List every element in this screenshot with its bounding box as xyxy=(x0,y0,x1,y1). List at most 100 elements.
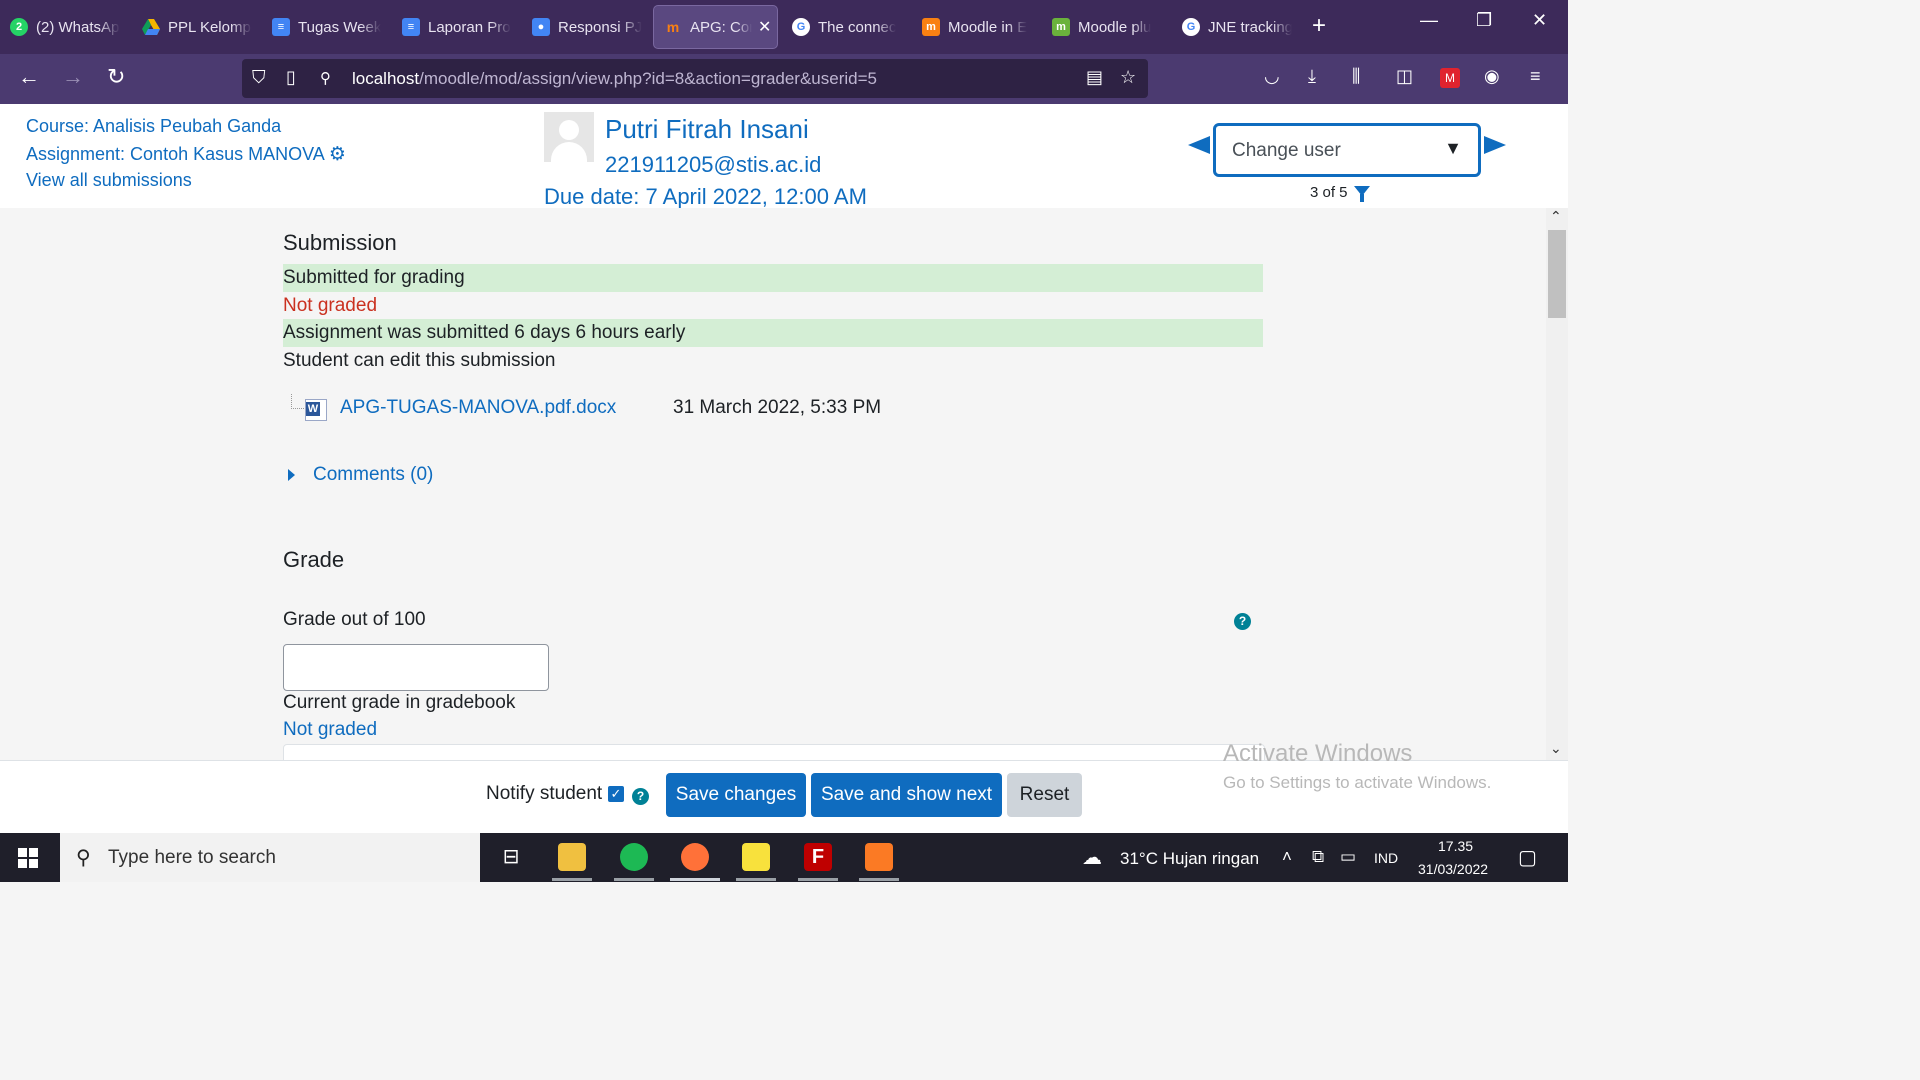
spotify-icon[interactable] xyxy=(620,843,648,871)
user-email[interactable]: 221911205@stis.ac.id xyxy=(605,152,821,178)
submission-file-link[interactable]: APG-TUGAS-MANOVA.pdf.docx xyxy=(340,397,616,419)
clock-date[interactable]: 31/03/2022 xyxy=(1418,861,1488,877)
user-name[interactable]: Putri Fitrah Insani xyxy=(605,114,809,145)
close-window-icon[interactable]: ✕ xyxy=(1532,10,1547,31)
back-icon[interactable]: ← xyxy=(18,64,40,90)
assignment-link[interactable]: Assignment: Contoh Kasus MANOVA ⚙ xyxy=(26,143,346,166)
help-icon[interactable]: ? xyxy=(632,788,649,805)
file-explorer-icon[interactable] xyxy=(558,843,586,871)
avatar[interactable] xyxy=(544,112,594,162)
page-scrollbar[interactable]: ⌃ ⌄ xyxy=(1546,208,1568,760)
tab-responsi[interactable]: ● Responsi PJ xyxy=(532,6,642,48)
google-docs-icon: ≡ xyxy=(402,18,420,36)
tab-laporan[interactable]: ≡ Laporan Pro xyxy=(402,6,512,48)
grading-panel: Submission Submitted for grading Not gra… xyxy=(0,208,1546,760)
change-user-select[interactable]: Change user ▼ xyxy=(1213,123,1481,177)
gear-icon[interactable]: ⚙ xyxy=(329,144,346,165)
assignment-link-label: Assignment: Contoh Kasus MANOVA xyxy=(26,144,324,164)
page-icon[interactable]: ▯ xyxy=(286,67,296,88)
weather-cloud-icon[interactable]: ☁ xyxy=(1082,845,1102,870)
google-icon: G xyxy=(792,18,810,36)
view-all-submissions-link[interactable]: View all submissions xyxy=(26,170,192,191)
feedback-editor[interactable] xyxy=(283,744,1265,760)
minimize-icon[interactable]: — xyxy=(1420,10,1438,31)
notify-student-checkbox[interactable]: ✓ xyxy=(608,786,624,802)
grade-input[interactable] xyxy=(283,644,549,691)
reset-button[interactable]: Reset xyxy=(1007,773,1082,817)
notifications-icon[interactable]: ▢ xyxy=(1518,845,1537,870)
tab-label: PPL Kelompok xyxy=(168,18,252,36)
submission-timing: Assignment was submitted 6 days 6 hours … xyxy=(283,319,1263,347)
new-tab-icon[interactable]: + xyxy=(1312,12,1326,40)
xampp-icon[interactable] xyxy=(865,843,893,871)
extension-globe-icon[interactable]: ◉ xyxy=(1484,66,1500,87)
scroll-up-icon[interactable]: ⌃ xyxy=(1550,208,1562,225)
mendeley-extension-icon[interactable]: M xyxy=(1440,68,1460,88)
language-indicator[interactable]: IND xyxy=(1374,850,1398,866)
chevron-up-icon[interactable]: ˄ xyxy=(1282,847,1292,867)
tab-label: Responsi PJ xyxy=(558,18,642,36)
download-icon[interactable]: ⤓ xyxy=(1308,66,1316,87)
file-tree-connector xyxy=(291,394,306,409)
running-indicator xyxy=(552,878,592,881)
library-icon[interactable]: ⫼ xyxy=(1352,66,1360,87)
grade-label: Grade out of 100 xyxy=(283,609,426,630)
save-and-show-next-button[interactable]: Save and show next xyxy=(811,773,1002,817)
submission-heading: Submission xyxy=(283,230,397,255)
comments-toggle[interactable]: Comments (0) xyxy=(288,464,433,486)
sidebar-icon[interactable]: ◫ xyxy=(1396,66,1413,87)
tab-moodle-in[interactable]: m Moodle in E xyxy=(922,6,1032,48)
scroll-down-icon[interactable]: ⌄ xyxy=(1550,740,1562,757)
submission-file-date: 31 March 2022, 5:33 PM xyxy=(673,397,882,418)
sticky-notes-icon[interactable] xyxy=(742,843,770,871)
help-icon[interactable]: ? xyxy=(1234,613,1251,630)
tab-ppl[interactable]: PPL Kelompok xyxy=(142,6,252,48)
moodle-icon: m xyxy=(1052,18,1070,36)
previous-user-arrow-icon[interactable] xyxy=(1188,136,1210,154)
next-user-arrow-icon[interactable] xyxy=(1484,136,1506,154)
clock-time[interactable]: 17.35 xyxy=(1438,838,1473,854)
restore-icon[interactable]: ❐ xyxy=(1476,10,1492,31)
tab-tugas-week[interactable]: ≡ Tugas Week xyxy=(272,6,382,48)
tab-moodle-plu[interactable]: m Moodle plu xyxy=(1052,6,1162,48)
reader-view-icon[interactable]: ▤ xyxy=(1086,67,1103,88)
pocket-icon[interactable]: ◡ xyxy=(1264,66,1280,87)
whatsapp-icon: 2 xyxy=(10,18,28,36)
menu-icon[interactable]: ≡ xyxy=(1530,66,1541,87)
url-bar[interactable]: ⛉ ▯ ⚲ localhost/moodle/mod/assign/view.p… xyxy=(242,59,1148,98)
tab-the-connec[interactable]: G The connec xyxy=(792,6,902,48)
bookmark-star-icon[interactable]: ☆ xyxy=(1120,67,1136,88)
running-indicator xyxy=(859,878,899,881)
reload-icon[interactable]: ↻ xyxy=(107,64,125,90)
taskbar-search-box[interactable]: ⚲ Type here to search xyxy=(60,833,480,882)
browser-navbar: ← → ↻ ⛉ ▯ ⚲ localhost/moodle/mod/assign/… xyxy=(0,54,1568,104)
save-changes-button[interactable]: Save changes xyxy=(666,773,806,817)
url-text[interactable]: localhost/moodle/mod/assign/view.php?id=… xyxy=(352,69,877,89)
moodle-icon: m xyxy=(922,18,940,36)
task-view-icon[interactable]: ⊟ xyxy=(497,843,525,871)
course-link[interactable]: Course: Analisis Peubah Ganda xyxy=(26,116,281,137)
comments-label: Comments (0) xyxy=(313,464,434,485)
tab-label: The connec xyxy=(818,18,897,36)
weather-text[interactable]: 31°C Hujan ringan xyxy=(1120,849,1259,869)
running-indicator xyxy=(798,878,838,881)
shield-icon[interactable]: ⛉ xyxy=(252,67,266,88)
tab-label: Laporan Pro xyxy=(428,18,511,36)
permissions-icon[interactable]: ⚲ xyxy=(320,69,331,87)
filezilla-icon[interactable]: F xyxy=(804,843,832,871)
filter-icon[interactable] xyxy=(1354,186,1370,202)
tab-label: Tugas Week xyxy=(298,18,382,36)
windows-start-icon[interactable] xyxy=(18,848,38,868)
scrollbar-thumb[interactable] xyxy=(1548,230,1566,318)
tab-label: JNE tracking xyxy=(1208,18,1292,36)
tab-whatsapp[interactable]: 2 (2) WhatsApp xyxy=(10,6,120,48)
tab-apg-active[interactable]: m APG: Con ✕ xyxy=(654,6,777,48)
url-host: localhost xyxy=(352,69,420,88)
battery-icon[interactable]: ▭ xyxy=(1340,847,1356,867)
current-grade-link[interactable]: Not graded xyxy=(283,716,1263,744)
tab-jne[interactable]: G JNE tracking xyxy=(1182,6,1292,48)
firefox-icon[interactable] xyxy=(681,843,709,871)
forward-icon[interactable]: → xyxy=(62,64,84,90)
close-tab-icon[interactable]: ✕ xyxy=(758,17,771,37)
device-icon[interactable]: ⧉ xyxy=(1312,847,1324,867)
